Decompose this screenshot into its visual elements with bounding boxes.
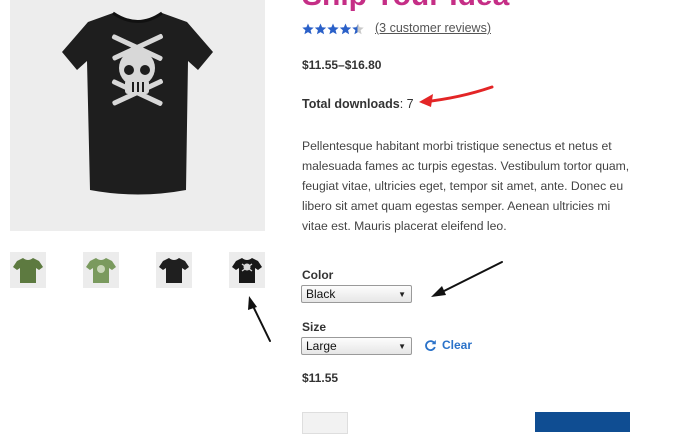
refresh-icon: [425, 339, 436, 351]
product-main-image[interactable]: [10, 0, 265, 231]
product-description: Pellentesque habitant morbi tristique se…: [302, 139, 630, 233]
price-range: $11.55–$16.80: [302, 58, 382, 72]
chevron-down-icon: ▼: [398, 290, 406, 299]
downloads-label: Total downloads: [302, 97, 400, 111]
product-title: Ship Your Idea: [302, 0, 509, 14]
variation-price: $11.55: [302, 371, 339, 385]
tshirt-thumb-icon: [159, 258, 189, 283]
clear-label: Clear: [442, 338, 473, 352]
chevron-down-icon: ▼: [398, 342, 406, 351]
downloads-separator: :: [399, 97, 407, 111]
thumbnail-4[interactable]: [229, 252, 265, 288]
size-select[interactable]: Large ▼: [301, 337, 412, 355]
size-select-value: Large: [306, 339, 337, 353]
black-arrow-annotation: [431, 261, 503, 297]
thumbnail-3[interactable]: [156, 252, 192, 288]
stars-icon: [302, 23, 364, 35]
quantity-input[interactable]: [302, 412, 348, 434]
thumbnail-1[interactable]: [10, 252, 46, 288]
tshirt-image: [62, 11, 213, 195]
tshirt-thumb-icon: [232, 258, 262, 283]
thumbnail-2[interactable]: [83, 252, 119, 288]
red-arrow-annotation: [419, 85, 494, 107]
clear-button[interactable]: Clear: [424, 338, 472, 352]
tshirt-thumb-icon: [13, 258, 43, 283]
color-select[interactable]: Black ▼: [301, 285, 412, 303]
size-label: Size: [302, 320, 327, 334]
star-rating: [302, 20, 364, 38]
add-to-cart-button[interactable]: [535, 412, 630, 432]
color-select-value: Black: [306, 287, 336, 301]
tshirt-thumb-icon: [86, 258, 116, 283]
total-downloads: Total downloads: 7: [302, 97, 414, 111]
black-arrow-annotation-thumb: [248, 296, 271, 342]
customer-reviews-link[interactable]: (3 customer reviews): [375, 21, 491, 35]
color-label: Color: [302, 268, 334, 282]
downloads-value: 7: [406, 97, 414, 111]
